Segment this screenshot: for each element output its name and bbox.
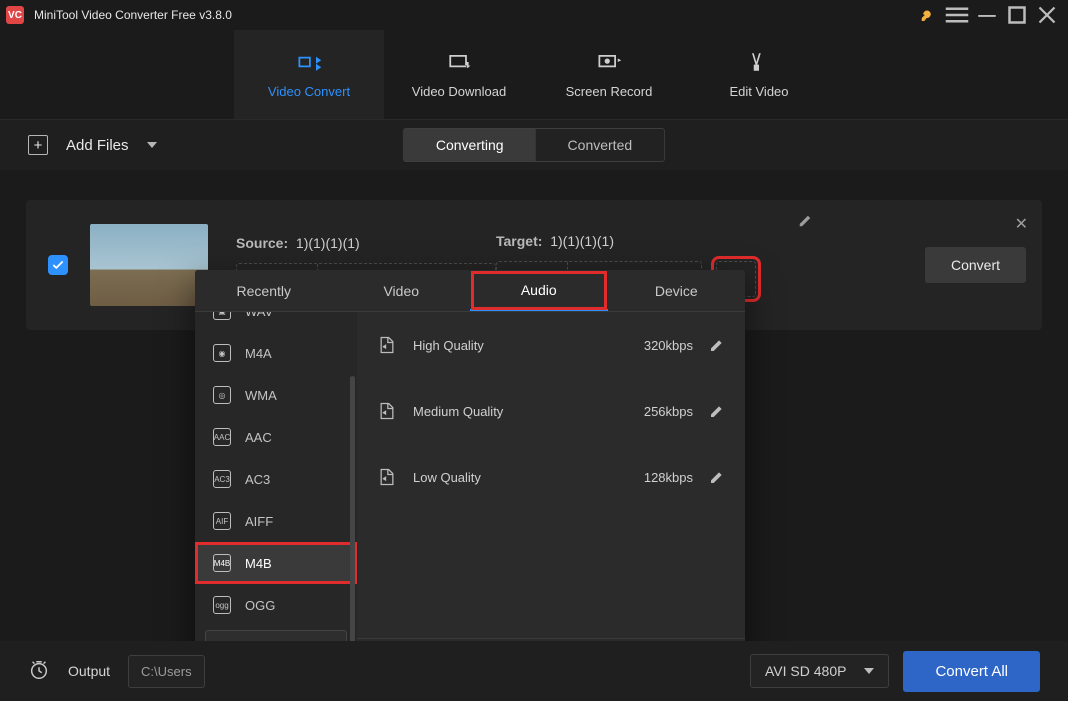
app-logo: VC — [6, 6, 24, 24]
fmt-label: AAC — [245, 430, 272, 445]
chevron-down-icon — [864, 668, 874, 674]
audio-file-icon: ◉ — [213, 344, 231, 362]
panel-tab-video[interactable]: Video — [333, 270, 471, 311]
tab-edit-video[interactable]: Edit Video — [684, 30, 834, 119]
quality-rate: 128kbps — [644, 470, 693, 485]
quality-medium[interactable]: Medium Quality 256kbps — [357, 378, 745, 444]
remove-clip-icon[interactable]: ✕ — [1015, 214, 1028, 234]
format-panel: Recently Video Audio Device ▣ WAV ◉ M4A ◎ W… — [195, 270, 745, 690]
quality-high[interactable]: High Quality 320kbps — [357, 312, 745, 378]
record-icon — [595, 50, 623, 74]
quality-edit-icon[interactable] — [709, 403, 725, 419]
panel-tab-recently[interactable]: Recently — [195, 270, 333, 311]
convert-all-button[interactable]: Convert All — [903, 651, 1040, 692]
fmt-aiff[interactable]: AIF AIFF — [195, 500, 357, 542]
fmt-m4a[interactable]: ◉ M4A — [195, 332, 357, 374]
audio-file-icon: AC3 — [213, 470, 231, 488]
fmt-label: M4A — [245, 346, 272, 361]
audio-file-icon: ◎ — [213, 386, 231, 404]
menu-icon[interactable] — [942, 0, 972, 30]
quality-edit-icon[interactable] — [709, 469, 725, 485]
target-preset-value: AVI SD 480P — [765, 663, 846, 679]
fmt-label: WMA — [245, 388, 277, 403]
audio-file-icon: M4B — [213, 554, 231, 572]
target-name: 1)(1)(1)(1) — [550, 233, 614, 249]
add-files-label: Add Files — [66, 137, 129, 154]
schedule-icon[interactable] — [28, 659, 50, 684]
clip-checkbox[interactable] — [48, 255, 68, 275]
fmt-aac[interactable]: AAC AAC — [195, 416, 357, 458]
fmt-label: AC3 — [245, 472, 270, 487]
fmt-ac3[interactable]: AC3 AC3 — [195, 458, 357, 500]
tab-video-download[interactable]: Video Download — [384, 30, 534, 119]
format-list[interactable]: ▣ WAV ◉ M4A ◎ WMA AAC AAC AC3 AC3 AIF AIFF M4B… — [195, 312, 357, 690]
tab-label: Edit Video — [729, 84, 788, 99]
fmt-label: WAV — [245, 312, 273, 319]
quality-edit-icon[interactable] — [709, 337, 725, 353]
tab-converting[interactable]: Converting — [404, 129, 536, 161]
clip-thumbnail — [90, 224, 208, 306]
minimize-icon[interactable] — [972, 0, 1002, 30]
quality-rate: 320kbps — [644, 338, 693, 353]
fmt-label: OGG — [245, 598, 275, 613]
output-path-field[interactable]: C:\Users — [128, 655, 205, 688]
tab-label: Screen Record — [566, 84, 653, 99]
fmt-ogg[interactable]: ogg OGG — [195, 584, 357, 620]
tab-converted[interactable]: Converted — [536, 129, 665, 161]
audio-file-icon: AAC — [213, 428, 231, 446]
audio-file-icon: ogg — [213, 596, 231, 614]
quality-name: Medium Quality — [413, 404, 628, 419]
audio-file-icon: AIF — [213, 512, 231, 530]
source-name: 1)(1)(1)(1) — [296, 235, 360, 251]
quality-rate: 256kbps — [644, 404, 693, 419]
edit-icon — [745, 50, 773, 74]
tab-video-convert[interactable]: Video Convert — [234, 30, 384, 119]
source-label: Source: — [236, 235, 288, 251]
plus-box-icon: + — [28, 135, 48, 155]
target-preset-selector[interactable]: AVI SD 480P — [750, 654, 889, 688]
fmt-label: M4B — [245, 556, 272, 571]
tab-screen-record[interactable]: Screen Record — [534, 30, 684, 119]
upgrade-icon[interactable] — [912, 0, 942, 30]
close-icon[interactable] — [1032, 0, 1062, 30]
audio-quality-icon — [377, 401, 397, 421]
edit-target-icon[interactable] — [798, 214, 812, 228]
quality-name: High Quality — [413, 338, 628, 353]
panel-tab-audio[interactable]: Audio — [470, 270, 608, 311]
download-icon — [445, 50, 473, 74]
output-label: Output — [68, 663, 110, 679]
fmt-label: AIFF — [245, 514, 273, 529]
convert-icon — [295, 50, 323, 74]
audio-quality-icon — [377, 467, 397, 487]
maximize-icon[interactable] — [1002, 0, 1032, 30]
quality-name: Low Quality — [413, 470, 628, 485]
audio-quality-icon — [377, 335, 397, 355]
quality-low[interactable]: Low Quality 128kbps — [357, 444, 745, 510]
app-title: MiniTool Video Converter Free v3.8.0 — [34, 8, 232, 22]
fmt-wma[interactable]: ◎ WMA — [195, 374, 357, 416]
add-files-button[interactable]: + Add Files — [28, 135, 157, 155]
tab-label: Video Download — [412, 84, 506, 99]
convert-button[interactable]: Convert — [925, 247, 1026, 283]
fmt-m4b[interactable]: M4B M4B — [195, 542, 357, 584]
fmt-wav[interactable]: ▣ WAV — [195, 312, 357, 332]
panel-tab-device[interactable]: Device — [608, 270, 746, 311]
audio-file-icon: ▣ — [213, 312, 231, 320]
chevron-down-icon[interactable] — [147, 142, 157, 148]
target-label: Target: — [496, 233, 542, 249]
tab-label: Video Convert — [268, 84, 350, 99]
